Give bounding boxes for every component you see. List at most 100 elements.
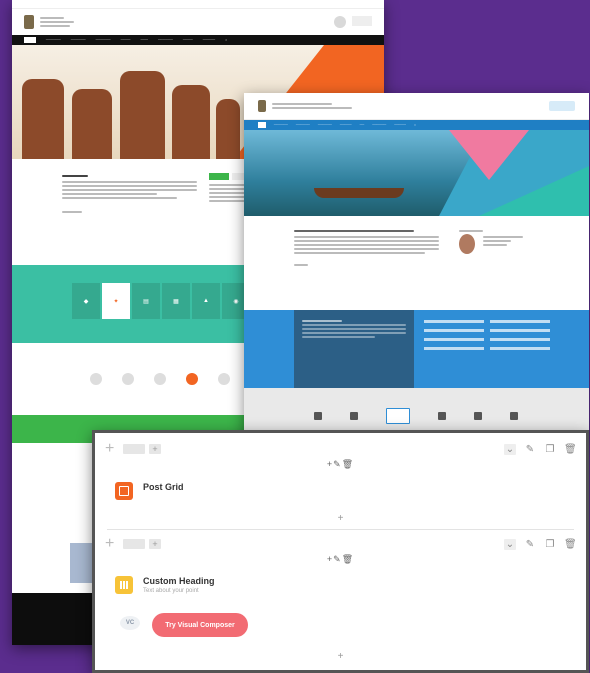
main-nav: ────── ────── ────── ──── ─── ────── ───… [12, 35, 384, 45]
trash-icon[interactable]: 🗑 [342, 459, 354, 469]
nav-item[interactable]: ──── [183, 38, 193, 42]
row-controls: + + ⌄ ✎ ❐ 🗑 [105, 535, 577, 553]
nav-home[interactable] [258, 122, 266, 128]
building-image [70, 543, 92, 583]
column-tools: +✎🗑 [95, 459, 586, 470]
nav-item[interactable]: ────── [46, 38, 61, 42]
nav-item[interactable]: ── [360, 123, 365, 127]
quick-icon[interactable] [438, 412, 446, 420]
hero-banner [244, 130, 589, 216]
element-title: Custom Heading [143, 576, 215, 586]
logo-badge [549, 101, 575, 111]
element-post-grid[interactable]: Post Grid [115, 482, 184, 500]
service-icon[interactable] [154, 373, 166, 385]
temple-image [216, 99, 240, 159]
link[interactable] [424, 329, 484, 332]
chevron-down-icon[interactable]: ⌄ [504, 443, 516, 455]
quick-icon[interactable] [510, 412, 518, 420]
site-brand [272, 101, 352, 111]
service-icon[interactable] [122, 373, 134, 385]
site-header [12, 9, 384, 35]
link[interactable] [490, 329, 550, 332]
quick-icon[interactable] [474, 412, 482, 420]
search-icon[interactable]: ○ [225, 38, 227, 42]
boat-image [314, 188, 404, 198]
service-icon[interactable] [186, 373, 198, 385]
pencil-icon[interactable]: ✎ [333, 459, 342, 469]
add-column-control[interactable]: + [149, 539, 161, 549]
move-icon[interactable]: + [105, 535, 119, 553]
temple-image [120, 71, 165, 159]
official-card [459, 228, 539, 310]
intro-section [244, 216, 589, 310]
search-icon[interactable]: ○ [414, 123, 416, 127]
add-column-control[interactable]: + [149, 444, 161, 454]
trash-icon[interactable]: 🗑 [564, 444, 577, 455]
nav-item[interactable]: ────── [96, 38, 111, 42]
service-tile[interactable]: ▲ [192, 283, 220, 319]
temple-image [22, 79, 64, 159]
add-element-icon[interactable]: + [95, 513, 586, 524]
link[interactable] [490, 347, 550, 350]
trash-icon[interactable]: 🗑 [342, 554, 354, 564]
service-icon[interactable] [90, 373, 102, 385]
service-tile[interactable]: ▤ [132, 283, 160, 319]
link[interactable] [490, 338, 550, 341]
row-layout-control[interactable] [123, 444, 145, 454]
pencil-icon[interactable]: ✎ [524, 444, 536, 455]
copy-icon[interactable]: ❐ [544, 539, 556, 550]
quick-icon[interactable] [350, 412, 358, 420]
service-icon[interactable] [218, 373, 230, 385]
nav-item[interactable]: ────── [372, 123, 386, 127]
service-tile[interactable]: ▦ [162, 283, 190, 319]
vc-logo-icon: VC [120, 616, 140, 630]
logo [352, 16, 372, 26]
try-visual-composer-button[interactable]: Try Visual Composer [152, 613, 248, 637]
row-controls: + + ⌄ ✎ ❐ 🗑 [105, 440, 577, 458]
service-tile[interactable]: ◆ [72, 283, 100, 319]
info-band [244, 310, 589, 392]
nav-item[interactable]: ────── [318, 123, 332, 127]
avatar [459, 234, 475, 254]
nav-item[interactable]: ───── [340, 123, 352, 127]
page-builder-panel: + + ⌄ ✎ ❐ 🗑 +✎🗑 Post Grid + + + ⌄ ✎ ❐ 🗑 … [92, 430, 589, 673]
copy-icon[interactable]: ❐ [544, 444, 556, 455]
row-layout-control[interactable] [123, 539, 145, 549]
nav-item[interactable]: ────── [274, 123, 288, 127]
nav-item[interactable]: ─── [140, 38, 147, 42]
chevron-down-icon[interactable]: ⌄ [504, 538, 516, 550]
nav-item[interactable]: ───── [394, 123, 406, 127]
emblem-icon [334, 16, 346, 28]
nav-home[interactable] [24, 37, 36, 43]
quick-icon[interactable] [386, 408, 410, 424]
site-screenshot-middle: ────── ────── ────── ───── ── ────── ───… [244, 93, 589, 438]
element-custom-heading[interactable]: Custom Heading Text about your point [115, 576, 215, 594]
service-tile[interactable]: ✦ [102, 283, 130, 319]
divider [107, 529, 574, 530]
pencil-icon[interactable]: ✎ [333, 554, 342, 564]
link[interactable] [424, 320, 484, 323]
link[interactable] [490, 320, 550, 323]
top-strip [12, 0, 384, 9]
nav-item[interactable]: ────── [158, 38, 173, 42]
link[interactable] [424, 347, 484, 350]
main-nav: ────── ────── ────── ───── ── ────── ───… [244, 120, 589, 130]
quick-icon[interactable] [314, 412, 322, 420]
emblem-icon [24, 15, 34, 29]
pencil-icon[interactable]: ✎ [524, 539, 536, 550]
heading-icon [115, 576, 133, 594]
site-header [244, 93, 589, 120]
element-subtitle: Text about your point [143, 588, 199, 594]
trash-icon[interactable]: 🗑 [564, 539, 577, 550]
temple-image [72, 89, 112, 159]
nav-item[interactable]: ──── [121, 38, 131, 42]
add-element-icon[interactable]: + [95, 651, 586, 662]
nav-item[interactable]: ────── [71, 38, 86, 42]
link[interactable] [424, 338, 484, 341]
nav-item[interactable]: ────── [296, 123, 310, 127]
site-brand [40, 15, 74, 29]
move-icon[interactable]: + [105, 440, 119, 458]
tab[interactable] [209, 173, 229, 180]
grid-icon [115, 482, 133, 500]
nav-item[interactable]: ───── [203, 38, 215, 42]
